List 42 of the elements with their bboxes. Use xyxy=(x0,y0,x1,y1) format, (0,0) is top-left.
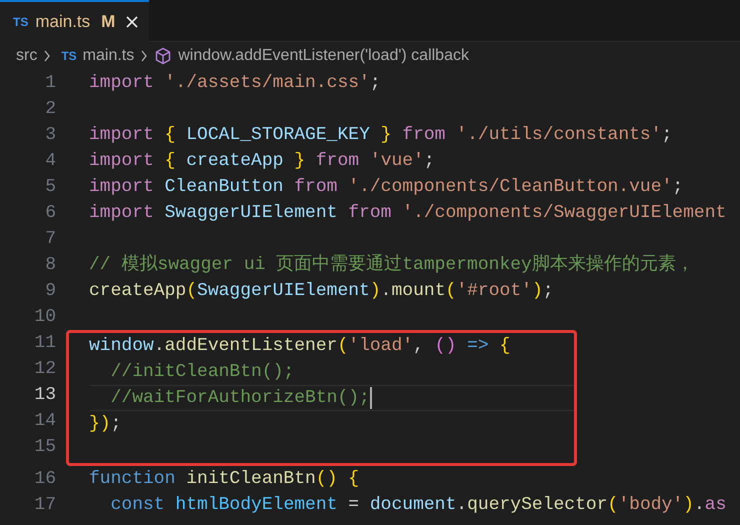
line-number: 8 xyxy=(45,255,56,275)
line-number: 13 xyxy=(34,385,56,405)
line-number: 16 xyxy=(34,469,56,489)
code-line: import { createApp } from 'vue'; xyxy=(89,150,435,173)
typescript-icon: TS xyxy=(13,13,28,31)
code-line: //initCleanBtn(); xyxy=(110,361,294,384)
chevron-right-icon xyxy=(43,50,52,62)
line-number: 7 xyxy=(45,229,56,249)
code-line: }); xyxy=(89,413,122,436)
modified-status: M xyxy=(101,11,116,34)
code-line: // 模拟swagger ui 页面中需要通过tampermonkey脚本来操作的元素， xyxy=(89,253,694,277)
line-number: 10 xyxy=(34,307,56,327)
cube-icon xyxy=(154,47,172,65)
code-line: window.addEventListener('load', () => { xyxy=(89,335,510,358)
code-line: import CleanButton from './components/CleanButton.vue'; xyxy=(89,176,684,199)
breadcrumb-file[interactable]: main.ts xyxy=(82,44,134,68)
breadcrumb-folder[interactable]: src xyxy=(16,44,38,68)
code-line: //waitForAuthorizeBtn(); xyxy=(110,387,370,410)
line-number: 15 xyxy=(34,437,56,457)
line-number: 2 xyxy=(45,99,56,119)
code-line: function initCleanBtn() { xyxy=(89,468,360,491)
chevron-right-icon xyxy=(140,50,148,62)
breadcrumb-symbol[interactable]: window.addEventListener('load') callback xyxy=(178,44,469,68)
code-line: const htmlBodyElement = document.querySelector('body').as xyxy=(110,494,726,517)
code-line: createApp(SwaggerUIElement).mount('#root'); xyxy=(89,280,554,303)
line-number: 12 xyxy=(34,359,56,379)
line-number: 11 xyxy=(34,333,56,353)
code-line: import { LOCAL_STORAGE_KEY } from './utils/constants'; xyxy=(89,124,672,147)
line-number: 3 xyxy=(45,125,56,145)
code-line: import SwaggerUIElement from './components/SwaggerUIElement xyxy=(89,202,726,225)
line-number: 4 xyxy=(45,151,56,171)
line-number: 9 xyxy=(45,281,56,301)
line-number: 5 xyxy=(45,177,56,197)
line-number: 14 xyxy=(34,411,56,431)
line-number: 6 xyxy=(45,203,56,223)
close-icon[interactable] xyxy=(125,15,140,29)
editor-tab[interactable]: TS main.ts M xyxy=(0,0,150,42)
line-number: 1 xyxy=(45,73,56,93)
line-number: 17 xyxy=(34,495,56,515)
typescript-icon: TS xyxy=(61,47,77,65)
code-line: import './assets/main.css'; xyxy=(89,72,381,95)
text-cursor xyxy=(370,387,372,409)
